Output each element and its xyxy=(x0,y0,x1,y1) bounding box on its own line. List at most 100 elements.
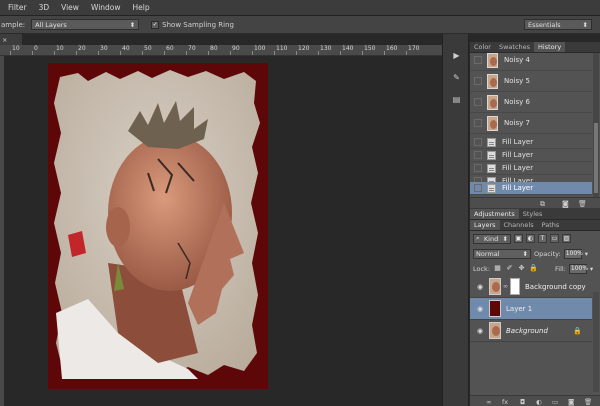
folder-icon[interactable]: ▭ xyxy=(552,398,558,406)
layer-row-selected[interactable]: ◉ Layer 1 xyxy=(470,298,592,320)
tab-paths[interactable]: Paths xyxy=(538,220,564,230)
blend-mode-select[interactable]: Normal ⬍ xyxy=(473,248,531,259)
camera-icon[interactable]: ◙ xyxy=(562,200,569,208)
ruler-tick xyxy=(252,51,253,55)
new-layer-icon[interactable]: ◙ xyxy=(568,398,574,406)
layer-kind-value: Kind xyxy=(483,234,499,243)
history-brush-icon[interactable]: ✎ xyxy=(449,70,464,85)
eye-icon[interactable]: ◉ xyxy=(474,283,486,291)
adjustment-layer-icon[interactable]: ◐ xyxy=(536,398,542,406)
panel-icon-column: ▶ ✎ ▤ xyxy=(442,34,469,406)
history-item[interactable]: Fill Layer xyxy=(470,136,592,149)
layers-panel-tabs: Layers Channels Paths xyxy=(470,220,600,231)
history-brush-source[interactable] xyxy=(474,138,482,146)
menu-help[interactable]: Help xyxy=(133,3,150,12)
layer-thumbnail xyxy=(489,300,501,317)
ruler-label: 170 xyxy=(408,45,420,52)
add-mask-icon[interactable]: ◘ xyxy=(520,398,525,406)
history-scrollbar[interactable] xyxy=(593,53,599,198)
ruler-label: 130 xyxy=(320,45,332,52)
sample-label: ample: xyxy=(1,20,26,29)
properties-icon[interactable]: ▤ xyxy=(449,92,464,107)
history-footer: ⧉ ◙ 🗑 xyxy=(470,197,600,208)
show-sampling-ring-checkbox[interactable]: ✓ xyxy=(151,20,160,29)
eye-icon[interactable]: ◉ xyxy=(474,305,486,313)
layers-scrollbar[interactable] xyxy=(593,292,599,392)
search-icon: ⌕ xyxy=(476,234,480,242)
history-item[interactable]: Noisy 5 xyxy=(470,71,592,92)
chevron-down-icon[interactable]: ▾ xyxy=(590,265,593,273)
chain-link-icon[interactable]: ∞ xyxy=(503,283,508,290)
filter-type-icon[interactable]: T xyxy=(538,234,547,243)
history-brush-source[interactable] xyxy=(474,77,482,85)
fx-icon[interactable]: fx xyxy=(502,398,508,406)
menu-3d[interactable]: 3D xyxy=(39,3,50,12)
tab-styles[interactable]: Styles xyxy=(519,209,547,219)
history-item-label: Noisy 4 xyxy=(504,56,530,64)
tab-channels[interactable]: Channels xyxy=(500,220,538,230)
eye-icon[interactable]: ◉ xyxy=(474,327,486,335)
history-brush-source[interactable] xyxy=(474,164,482,172)
opacity-input[interactable]: 100% xyxy=(563,248,583,259)
ruler-tick xyxy=(98,51,99,55)
history-brush-source[interactable] xyxy=(474,98,482,106)
history-item-selected[interactable]: Fill Layer xyxy=(470,182,592,195)
menu-view[interactable]: View xyxy=(61,3,79,12)
history-panel: Color Swatches History Noisy 4 Noisy 5 N… xyxy=(470,42,600,208)
history-thumbnail xyxy=(487,52,498,68)
layer-mask-thumbnail[interactable] xyxy=(510,278,520,295)
canvas-area[interactable] xyxy=(4,56,442,406)
history-item[interactable]: Fill Layer xyxy=(470,162,592,175)
sample-select[interactable]: All Layers ⬍ xyxy=(31,19,140,30)
layer-row[interactable]: ◉ Background 🔒 xyxy=(470,320,592,342)
trash-icon[interactable]: 🗑 xyxy=(578,200,587,208)
ruler-label: 100 xyxy=(254,45,266,52)
workspace-select[interactable]: Essentials ⬍ xyxy=(524,19,592,30)
trash-icon[interactable]: 🗑 xyxy=(584,398,592,406)
ruler-tick xyxy=(142,51,143,55)
lock-position-icon[interactable]: ✥ xyxy=(517,264,526,273)
tab-layers[interactable]: Layers xyxy=(470,220,500,230)
scrollbar-thumb[interactable] xyxy=(594,123,598,193)
filter-adjustment-icon[interactable]: ◐ xyxy=(526,234,535,243)
play-icon[interactable]: ▶ xyxy=(449,48,464,63)
ruler-label: 120 xyxy=(298,45,310,52)
history-item[interactable]: Noisy 4 xyxy=(470,50,592,71)
filter-shape-icon[interactable]: ▭ xyxy=(550,234,559,243)
history-brush-source[interactable] xyxy=(474,184,482,192)
layer-row[interactable]: ◉ ∞ Background copy xyxy=(470,276,592,298)
layer-filter-row: ⌕ Kind ⬍ ▣ ◐ T ▭ ▨ xyxy=(470,231,600,246)
tab-adjustments[interactable]: Adjustments xyxy=(470,209,519,219)
ruler-label: 0 xyxy=(34,45,38,52)
ruler-label: 30 xyxy=(100,45,108,52)
document-tab[interactable]: × xyxy=(0,34,22,45)
history-item[interactable]: Noisy 6 xyxy=(470,92,592,113)
filter-smart-object-icon[interactable]: ▨ xyxy=(562,234,571,243)
chevron-down-icon[interactable]: ▾ xyxy=(585,250,588,258)
history-item[interactable]: Noisy 7 xyxy=(470,113,592,134)
layer-kind-select[interactable]: ⌕ Kind ⬍ xyxy=(473,233,511,244)
layer-name: Background copy xyxy=(525,282,586,291)
history-item[interactable]: Fill Layer xyxy=(470,149,592,162)
fill-layer-icon xyxy=(487,163,496,173)
history-brush-source[interactable] xyxy=(474,56,482,64)
ruler-tick xyxy=(164,51,165,55)
history-brush-source[interactable] xyxy=(474,151,482,159)
close-icon[interactable]: × xyxy=(2,36,7,44)
lock-icon: 🔒 xyxy=(573,326,582,335)
menu-filter[interactable]: Filter xyxy=(8,3,27,12)
workspace-value: Essentials xyxy=(528,20,561,29)
filter-pixel-icon[interactable]: ▣ xyxy=(514,234,523,243)
history-thumbnail xyxy=(487,73,498,89)
ruler-tick xyxy=(362,51,363,55)
document-canvas[interactable] xyxy=(48,63,268,389)
history-brush-source[interactable] xyxy=(474,119,482,127)
fill-label: Fill: xyxy=(555,264,566,273)
link-layers-icon[interactable]: ∞ xyxy=(486,398,491,406)
fill-input[interactable]: 100% xyxy=(568,263,588,274)
lock-all-icon[interactable]: 🔒 xyxy=(529,264,538,273)
lock-transparent-icon[interactable]: ▦ xyxy=(493,264,502,273)
layer-thumbnail xyxy=(489,278,501,295)
lock-image-icon[interactable]: ✐ xyxy=(505,264,514,273)
menu-window[interactable]: Window xyxy=(91,3,121,12)
